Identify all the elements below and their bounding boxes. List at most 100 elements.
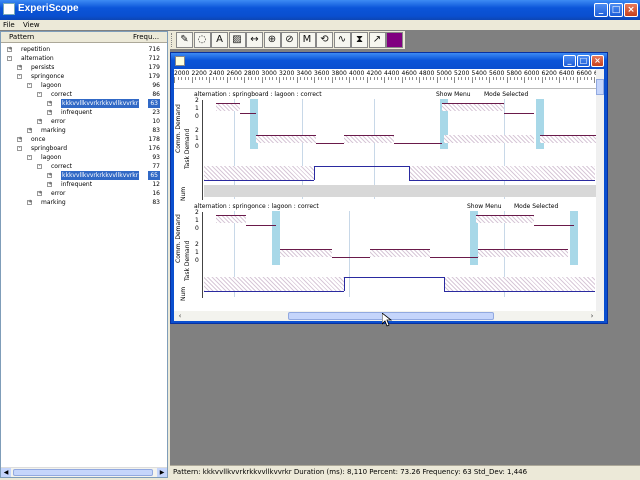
panel-2-show-menu[interactable]: Show Menu — [467, 203, 502, 210]
hourglass-icon[interactable]: ⧗ — [351, 32, 368, 48]
collapse-icon[interactable]: - — [27, 83, 32, 88]
comm-block[interactable] — [442, 103, 504, 111]
expand-icon[interactable]: + — [47, 182, 52, 187]
tree-row[interactable]: + infrequent 12 — [1, 180, 167, 189]
collapse-icon[interactable]: - — [37, 164, 42, 169]
collapse-icon[interactable]: - — [27, 155, 32, 160]
event-highlight — [570, 211, 578, 265]
panel-1-mode-selected[interactable]: Mode Selected — [484, 91, 528, 98]
collapse-icon[interactable]: - — [17, 146, 22, 151]
expand-icon[interactable]: + — [37, 119, 42, 124]
tree-row[interactable]: + error 10 — [1, 117, 167, 126]
vscroll-thumb[interactable] — [596, 79, 604, 95]
comm-block[interactable] — [216, 215, 246, 223]
tree-row[interactable]: + repetition 716 — [1, 45, 167, 54]
ruler-tick — [174, 77, 175, 83]
signal-line — [394, 143, 442, 144]
collapse-icon[interactable]: - — [7, 56, 12, 61]
scroll-left-icon[interactable]: ◀ — [1, 468, 11, 477]
ruler-tick — [447, 77, 448, 80]
toolbar-grip[interactable] — [171, 33, 174, 47]
expand-icon[interactable]: + — [47, 173, 52, 178]
m-tool-icon[interactable]: M — [298, 32, 316, 48]
expand-icon[interactable]: + — [7, 47, 12, 52]
double-arrow-icon[interactable]: ↔ — [246, 32, 263, 48]
child-maximize-button[interactable]: □ — [577, 55, 590, 67]
tree-row[interactable]: - alternation 712 — [1, 54, 167, 63]
rotate-icon[interactable]: ⟲ — [316, 32, 333, 48]
expand-icon[interactable]: + — [17, 137, 22, 142]
child-close-button[interactable]: × — [591, 55, 604, 67]
grid-line — [349, 211, 350, 297]
tree-row[interactable]: + infrequent 23 — [1, 108, 167, 117]
tree-row[interactable]: - correct 86 — [1, 90, 167, 99]
wave-icon[interactable]: ∿ — [333, 32, 351, 48]
hscroll-left-icon[interactable]: ‹ — [176, 312, 184, 320]
expand-icon[interactable]: + — [27, 200, 32, 205]
expand-icon[interactable]: + — [17, 65, 22, 70]
tree-row[interactable]: - springonce 179 — [1, 72, 167, 81]
hatch-fill-icon[interactable]: ▨ — [228, 32, 246, 48]
text-tool-icon[interactable]: A — [211, 32, 228, 48]
task-block[interactable] — [540, 135, 596, 143]
tree-row[interactable]: - lagoon 96 — [1, 81, 167, 90]
tree-row[interactable]: - lagoon 93 — [1, 153, 167, 162]
expand-icon[interactable]: + — [47, 110, 52, 115]
close-button[interactable]: × — [624, 3, 638, 17]
task-block[interactable] — [478, 249, 568, 257]
maximize-button[interactable]: □ — [609, 3, 623, 17]
tree-row[interactable]: + persists 179 — [1, 63, 167, 72]
tree-row[interactable]: - correct 77 — [1, 162, 167, 171]
task-block[interactable] — [280, 249, 332, 257]
tree-row[interactable]: + error 16 — [1, 189, 167, 198]
collapse-icon[interactable]: - — [37, 92, 42, 97]
color-swatch[interactable] — [386, 32, 403, 48]
app-title-bar[interactable]: ExperiScope _ □ × — [0, 0, 640, 20]
scroll-right-icon[interactable]: ▶ — [157, 468, 167, 477]
ruler-tick — [412, 77, 413, 80]
hscroll-right-icon[interactable]: › — [588, 312, 596, 320]
crosshair-icon[interactable]: ⊕ — [263, 32, 281, 48]
panel-1-show-menu[interactable]: Show Menu — [436, 91, 471, 98]
column-header-pattern[interactable]: Pattern — [9, 33, 34, 41]
timeline-canvas[interactable]: 2000 2200 2400 2600 2800 3000 3200 3400 3600 3800… — [174, 69, 604, 321]
num-hatch — [444, 277, 595, 291]
compass-icon[interactable]: ⊘ — [281, 32, 298, 48]
task-block[interactable] — [370, 249, 430, 257]
ruler-tick — [415, 77, 417, 80]
tree-row[interactable]: - springboard 176 — [1, 144, 167, 153]
task-block[interactable] — [344, 135, 394, 143]
child-title-bar[interactable]: _ □ × — [171, 53, 607, 69]
tree-row[interactable]: + kkkvvllkvvrkrkkvvllkvvrkr 65 — [1, 171, 167, 180]
pointer-circle-icon[interactable]: ↗ — [368, 32, 386, 48]
ruler-tick — [205, 77, 207, 80]
timeline-panel-2[interactable]: alternation : springonce : lagoon : corr… — [174, 201, 596, 311]
task-block[interactable] — [444, 135, 534, 143]
expand-icon[interactable]: + — [47, 101, 52, 106]
pencil-icon[interactable]: ✎ — [176, 32, 193, 48]
tree-row[interactable]: + marking 83 — [1, 126, 167, 135]
scroll-thumb[interactable] — [13, 469, 153, 476]
panel-2-mode-selected[interactable]: Mode Selected — [514, 203, 558, 210]
child-minimize-button[interactable]: _ — [563, 55, 576, 67]
expand-icon[interactable]: + — [37, 191, 42, 196]
task-block[interactable] — [256, 135, 316, 143]
tree-row[interactable]: + kkkvvllkvvrkrkkvvllkvvrkr 63 — [1, 99, 167, 108]
timeline-panel-1[interactable]: alternation : springboard : lagoon : cor… — [174, 89, 596, 201]
column-header-frequency[interactable]: Frequ... — [133, 33, 159, 41]
tree-row[interactable]: + once 178 — [1, 135, 167, 144]
lasso-icon[interactable]: ◌ — [193, 32, 211, 48]
comm-block[interactable] — [476, 215, 534, 223]
collapse-icon[interactable]: - — [17, 74, 22, 79]
y-tick-label: 0 — [195, 113, 199, 120]
tree-horizontal-scrollbar[interactable]: ◀ ▶ — [1, 467, 167, 477]
num-line — [314, 166, 315, 180]
tree-row[interactable]: + marking 83 — [1, 198, 167, 207]
minimize-button[interactable]: _ — [594, 3, 608, 17]
menu-view[interactable]: View — [20, 20, 43, 30]
timeline-vertical-scrollbar[interactable] — [596, 69, 604, 311]
expand-icon[interactable]: + — [27, 128, 32, 133]
menu-file[interactable]: File — [0, 20, 18, 30]
signal-line — [246, 225, 276, 226]
comm-block[interactable] — [216, 103, 240, 111]
